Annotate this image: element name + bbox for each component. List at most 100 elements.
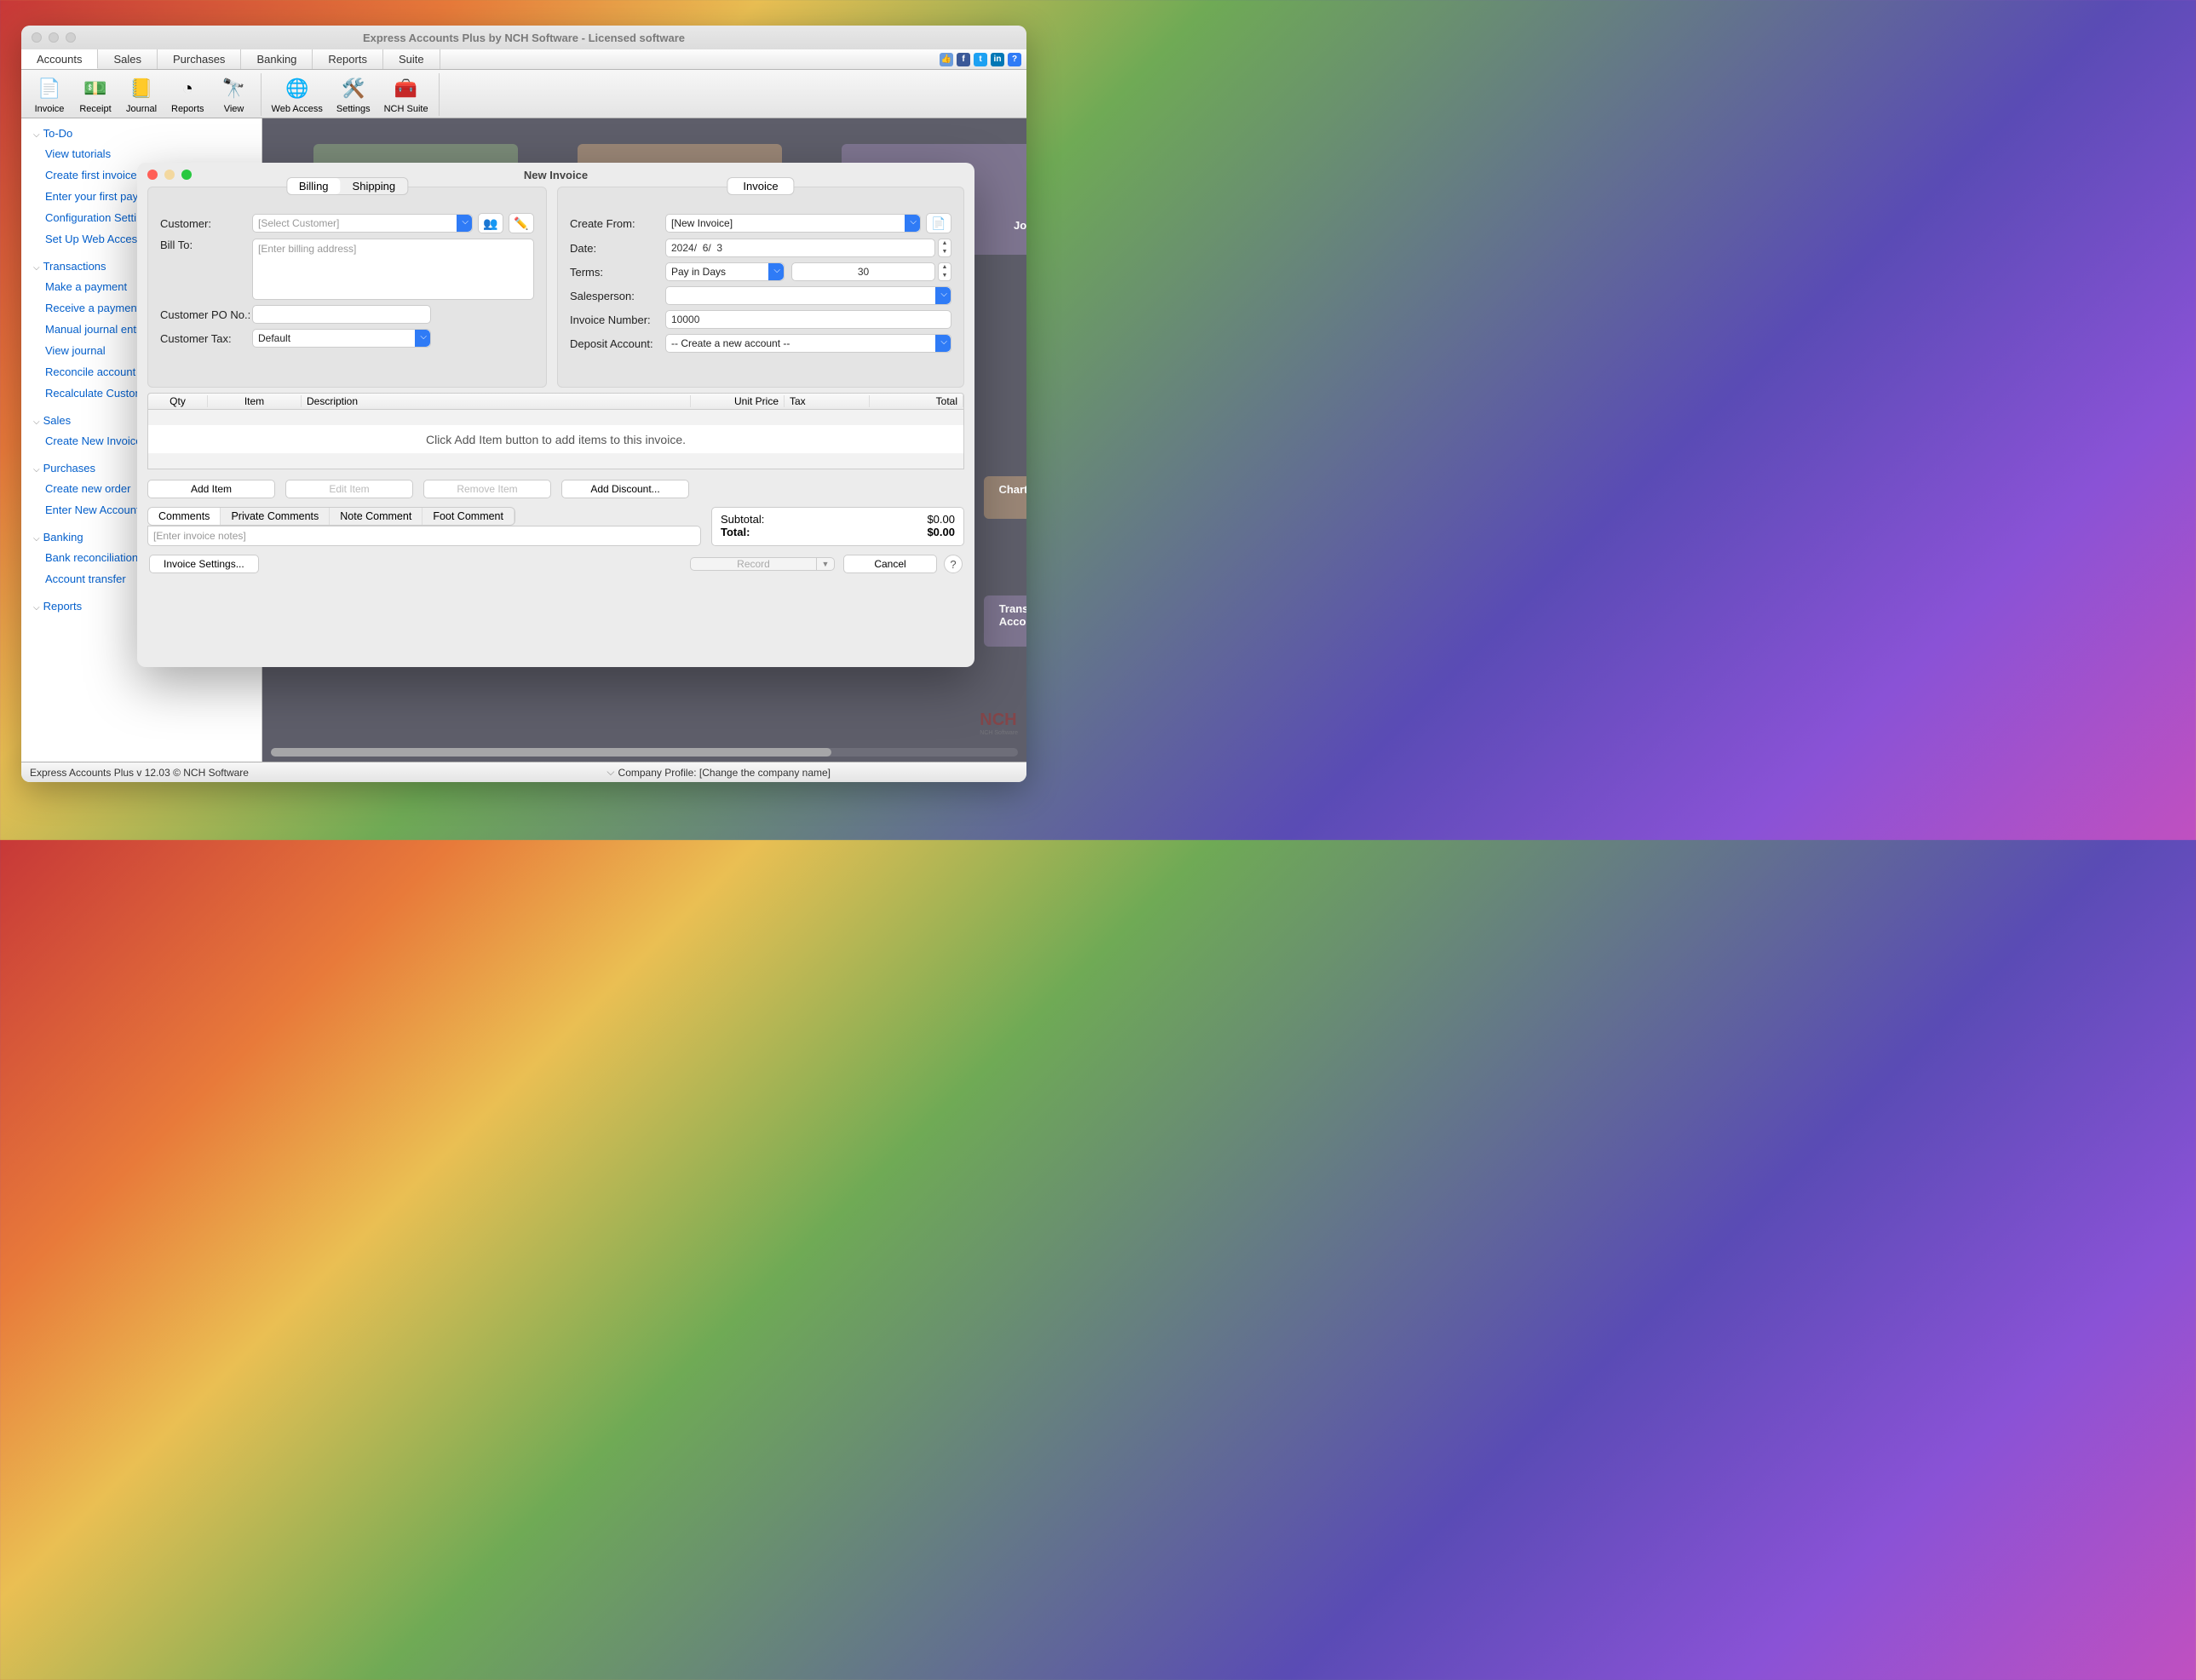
hscrollbar[interactable] — [271, 748, 1018, 757]
billing-panel: Billing Shipping Customer: [Select Custo… — [147, 187, 547, 388]
tb-receipt[interactable]: 💵Receipt — [72, 73, 118, 116]
tab-private-comments[interactable]: Private Comments — [221, 508, 330, 525]
date-input[interactable] — [665, 239, 935, 257]
status-profile[interactable]: Company Profile: [Change the company nam… — [618, 767, 831, 779]
col-unit[interactable]: Unit Price — [691, 395, 785, 407]
customer-select[interactable]: [Select Customer] — [252, 214, 473, 233]
subtotal-label: Subtotal: — [721, 513, 764, 526]
thumbsup-icon[interactable]: 👍 — [940, 53, 953, 66]
terms-select[interactable]: Pay in Days — [665, 262, 785, 281]
hscroll-thumb[interactable] — [271, 748, 831, 757]
edit-item-button: Edit Item — [285, 480, 413, 498]
terms-days-input[interactable] — [791, 262, 935, 281]
chevron-down-icon[interactable]: ⌵ — [606, 766, 614, 779]
items-grid: Qty Item Description Unit Price Tax Tota… — [147, 393, 964, 469]
tb-invoice[interactable]: 📄Invoice — [26, 73, 72, 116]
twitter-icon[interactable]: t — [974, 53, 987, 66]
cancel-button[interactable]: Cancel — [843, 555, 937, 573]
tb-journal[interactable]: 📒Journal — [118, 73, 164, 116]
dialog-help-icon[interactable]: ? — [944, 555, 963, 573]
card-chart[interactable]: Chart Of A — [984, 476, 1026, 519]
terms-label: Terms: — [570, 266, 665, 279]
date-stepper[interactable]: ▲▼ — [938, 239, 951, 257]
toolbar: 📄Invoice 💵Receipt 📒Journal ◔Reports 🔭Vie… — [21, 70, 1026, 118]
edit-customer-icon[interactable]: ✏️ — [509, 213, 534, 233]
billto-textarea[interactable]: [Enter billing address] — [252, 239, 534, 300]
menubar: Accounts Sales Purchases Banking Reports… — [21, 49, 1026, 70]
help-icon[interactable]: ? — [1008, 53, 1021, 66]
salesperson-label: Salesperson: — [570, 290, 665, 302]
tb-journal-label: Journal — [126, 104, 157, 114]
po-input[interactable] — [252, 305, 431, 324]
tax-select[interactable]: Default — [252, 329, 431, 348]
record-dropdown[interactable]: ▼ — [816, 557, 835, 571]
add-discount-button[interactable]: Add Discount... — [561, 480, 689, 498]
col-tax[interactable]: Tax — [785, 395, 870, 407]
tb-web[interactable]: 🌐 Web Access — [265, 73, 330, 116]
tab-shipping[interactable]: Shipping — [341, 178, 408, 194]
col-qty[interactable]: Qty — [148, 395, 208, 407]
menu-suite[interactable]: Suite — [383, 49, 440, 69]
tab-foot-comment[interactable]: Foot Comment — [423, 508, 515, 525]
new-invoice-dialog: New Invoice Billing Shipping Customer: [… — [137, 163, 974, 667]
tb-reports[interactable]: ◔Reports — [164, 73, 211, 116]
tb-view[interactable]: 🔭View — [211, 73, 257, 116]
side-todo-header[interactable]: To-Do — [21, 124, 262, 143]
tab-comments[interactable]: Comments — [148, 508, 221, 525]
invoice-icon: 📄 — [36, 75, 63, 102]
linkedin-icon[interactable]: in — [991, 53, 1004, 66]
receipt-icon: 💵 — [82, 75, 109, 102]
tb-suite-label: NCH Suite — [384, 104, 428, 114]
menu-accounts[interactable]: Accounts — [21, 49, 98, 69]
col-item[interactable]: Item — [208, 395, 302, 407]
invoice-settings-button[interactable]: Invoice Settings... — [149, 555, 259, 573]
grid-header[interactable]: Qty Item Description Unit Price Tax Tota… — [147, 393, 964, 410]
total-value: $0.00 — [927, 526, 955, 538]
menu-banking[interactable]: Banking — [241, 49, 313, 69]
tab-billing[interactable]: Billing — [287, 178, 341, 194]
customers-icon[interactable]: 👥 — [478, 213, 503, 233]
deposit-label: Deposit Account: — [570, 337, 665, 350]
grid-body[interactable]: Click Add Item button to add items to th… — [147, 410, 964, 469]
tb-suite[interactable]: 🧰NCH Suite — [377, 73, 435, 116]
reports-icon: ◔ — [174, 75, 201, 102]
terms-stepper[interactable]: ▲▼ — [938, 262, 951, 281]
card-transfer[interactable]: Transfer B Accounts — [984, 595, 1026, 647]
menu-sales[interactable]: Sales — [98, 49, 158, 69]
card-journal[interactable]: Journal — [984, 212, 1026, 255]
billing-shipping-tabs[interactable]: Billing Shipping — [286, 177, 408, 195]
invno-input[interactable] — [665, 310, 951, 329]
template-icon[interactable]: 📄 — [926, 213, 951, 233]
menu-reports[interactable]: Reports — [313, 49, 383, 69]
tab-invoice[interactable]: Invoice — [727, 177, 794, 195]
nch-logo: NCHNCH Software — [980, 711, 1018, 736]
comments-section: Comments Private Comments Note Comment F… — [147, 507, 701, 546]
billto-label: Bill To: — [160, 239, 252, 251]
createfrom-select[interactable]: [New Invoice] — [665, 214, 921, 233]
tb-settings[interactable]: 🛠️Settings — [330, 73, 377, 116]
billto-placeholder: [Enter billing address] — [258, 243, 356, 255]
menu-purchases[interactable]: Purchases — [158, 49, 241, 69]
col-total[interactable]: Total — [870, 395, 963, 407]
card-chart-label: Chart Of A — [998, 483, 1026, 496]
add-item-button[interactable]: Add Item — [147, 480, 275, 498]
web-icon: 🌐 — [284, 75, 311, 102]
side-link-tutorials[interactable]: View tutorials — [21, 143, 262, 164]
facebook-icon[interactable]: f — [957, 53, 970, 66]
deposit-select[interactable]: -- Create a new account -- — [665, 334, 951, 353]
createfrom-value: [New Invoice] — [671, 217, 733, 229]
notes-textarea[interactable]: [Enter invoice notes] — [147, 526, 701, 546]
salesperson-select[interactable] — [665, 286, 951, 305]
po-label: Customer PO No.: — [160, 308, 252, 321]
dialog-titlebar: New Invoice — [137, 163, 974, 187]
statusbar: Express Accounts Plus v 12.03 © NCH Soft… — [21, 762, 1026, 782]
invno-label: Invoice Number: — [570, 314, 665, 326]
tab-note-comment[interactable]: Note Comment — [330, 508, 423, 525]
comment-tabs[interactable]: Comments Private Comments Note Comment F… — [147, 507, 515, 526]
tax-value: Default — [258, 332, 290, 344]
deposit-value: -- Create a new account -- — [671, 337, 790, 349]
col-desc[interactable]: Description — [302, 395, 691, 407]
tb-web-label: Web Access — [272, 104, 323, 114]
record-button: Record ▼ — [690, 557, 835, 571]
tb-view-label: View — [224, 104, 244, 114]
